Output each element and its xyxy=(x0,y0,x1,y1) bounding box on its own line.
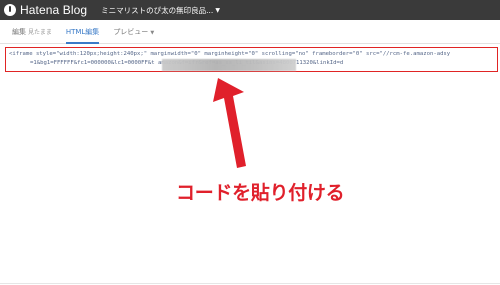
hatena-blog-logo[interactable]: Hatena Blog xyxy=(4,3,87,17)
blog-name-dropdown[interactable]: ミニマリストのぴ太の無印良品... xyxy=(101,5,213,16)
tab-wysiwyg-edit[interactable]: 編集 見たまま xyxy=(12,27,52,37)
tab-html-edit[interactable]: HTML編集 xyxy=(65,27,100,44)
tab-preview-label: プレビュー xyxy=(113,27,149,36)
chevron-down-icon: ▼ xyxy=(150,29,155,36)
redacted-blur xyxy=(162,59,296,71)
divider xyxy=(0,283,500,284)
top-bar: Hatena Blog ミニマリストのぴ太の無印良品... ▼ xyxy=(0,0,500,20)
chevron-down-icon[interactable]: ▼ xyxy=(215,7,220,14)
code-line-1: <iframe style="width:120px;height:240px;… xyxy=(9,51,451,57)
tab-wysiwyg-sub-label: 見たまま xyxy=(28,28,52,36)
tab-preview[interactable]: プレビュー ▼ xyxy=(113,27,154,37)
tab-wysiwyg-label: 編集 xyxy=(12,27,26,36)
instruction-text: コードを貼り付ける xyxy=(176,182,345,204)
editor-tabs: 編集 見たまま HTML編集 プレビュー ▼ xyxy=(0,20,500,44)
hatena-logo-icon xyxy=(4,4,16,16)
logo-text: Hatena Blog xyxy=(20,3,88,17)
